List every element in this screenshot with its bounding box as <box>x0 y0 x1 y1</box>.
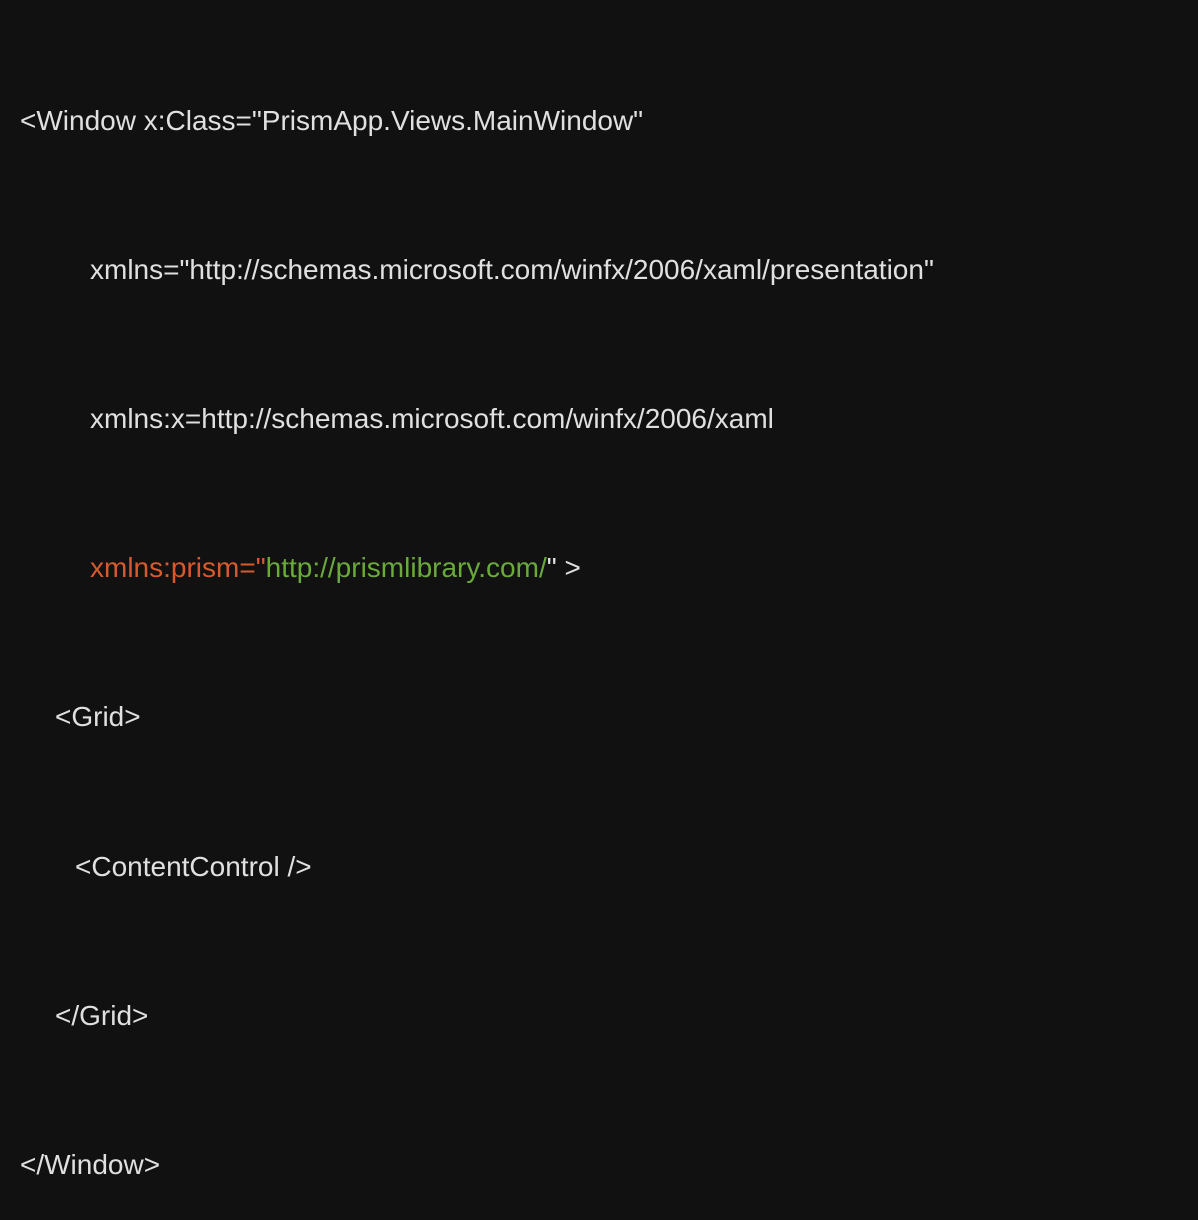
content-control-tag: <ContentControl /> <box>75 851 312 882</box>
window-close-tag: </Window> <box>20 1149 160 1180</box>
code-line-6: <ContentControl /> <box>20 849 1178 885</box>
code-line-5: <Grid> <box>20 699 1178 735</box>
code-line-2: xmlns="http://schemas.microsoft.com/winf… <box>20 252 1178 288</box>
xmlns-prism-attr-name: xmlns:prism=" <box>90 552 266 583</box>
grid-open-tag: <Grid> <box>55 701 141 732</box>
xmlns-x-attr: xmlns:x=http://schemas.microsoft.com/win… <box>90 403 774 434</box>
grid-close-tag: </Grid> <box>55 1000 148 1031</box>
code-line-4: xmlns:prism="http://prismlibrary.com/" > <box>20 550 1178 586</box>
code-line-8: </Window> <box>20 1147 1178 1183</box>
xmlns-prism-attr-close: " > <box>547 552 581 583</box>
xaml-code-block: <Window x:Class="PrismApp.Views.MainWind… <box>20 30 1178 1220</box>
code-line-7: </Grid> <box>20 998 1178 1034</box>
code-line-1: <Window x:Class="PrismApp.Views.MainWind… <box>20 103 1178 139</box>
window-open-tag: <Window x:Class="PrismApp.Views.MainWind… <box>20 105 643 136</box>
xmlns-attr: xmlns="http://schemas.microsoft.com/winf… <box>90 254 934 285</box>
code-line-3: xmlns:x=http://schemas.microsoft.com/win… <box>20 401 1178 437</box>
xmlns-prism-attr-value: http://prismlibrary.com/ <box>266 552 547 583</box>
